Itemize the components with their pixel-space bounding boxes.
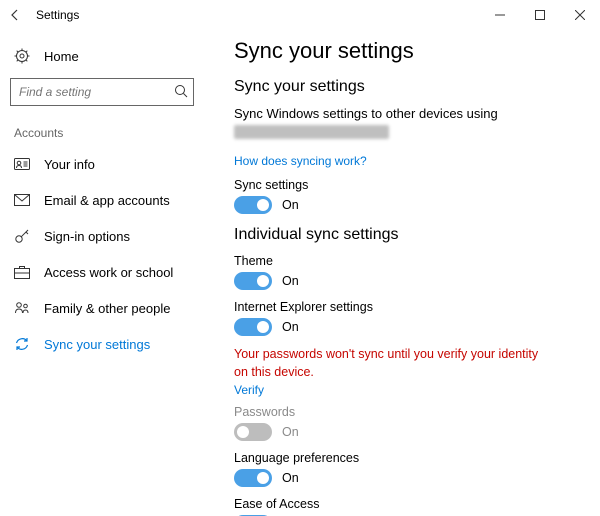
sync-settings-label: Sync settings [234,178,582,192]
toggle-state: On [282,274,299,288]
passwords-label: Passwords [234,405,582,419]
mail-icon [14,192,30,208]
theme-toggle[interactable] [234,272,272,290]
toggle-state: On [282,471,299,485]
sidebar-item-label: Your info [44,157,95,172]
sidebar-item-family[interactable]: Family & other people [0,290,204,326]
search-box[interactable] [10,78,194,106]
home-label: Home [44,49,79,64]
id-card-icon [14,156,30,172]
ease-label: Ease of Access [234,497,582,511]
theme-label: Theme [234,254,582,268]
sidebar-item-label: Sign-in options [44,229,130,244]
window-title: Settings [36,8,79,22]
close-button[interactable] [560,0,600,30]
sidebar-item-label: Email & app accounts [44,193,170,208]
page-title: Sync your settings [234,38,582,64]
people-icon [14,300,30,316]
titlebar: Settings [0,0,600,30]
sidebar: Home Accounts Your info Email & app acco… [0,30,204,516]
minimize-button[interactable] [480,0,520,30]
sync-settings-toggle[interactable] [234,196,272,214]
key-icon [14,228,30,244]
sidebar-item-label: Family & other people [44,301,170,316]
toggle-state: On [282,320,299,334]
sidebar-item-sync[interactable]: Sync your settings [0,326,204,362]
warning-text: Your passwords won't sync until you veri… [234,346,554,381]
back-button[interactable] [0,0,30,30]
home-button[interactable]: Home [0,38,204,74]
section-heading: Accounts [0,116,204,146]
sidebar-item-your-info[interactable]: Your info [0,146,204,182]
sync-icon [14,336,30,352]
sidebar-item-work[interactable]: Access work or school [0,254,204,290]
sidebar-item-signin[interactable]: Sign-in options [0,218,204,254]
search-input[interactable] [10,78,194,106]
redacted-account [234,125,389,139]
toggle-state: On [282,198,299,212]
verify-link[interactable]: Verify [234,383,582,397]
ie-label: Internet Explorer settings [234,300,582,314]
help-link[interactable]: How does syncing work? [234,154,582,168]
description-text: Sync Windows settings to other devices u… [234,106,582,121]
search-icon [174,84,188,98]
language-toggle[interactable] [234,469,272,487]
subheading: Sync your settings [234,78,582,96]
toggle-state: On [282,425,299,439]
sidebar-item-label: Sync your settings [44,337,150,352]
language-label: Language preferences [234,451,582,465]
gear-icon [14,48,30,64]
briefcase-icon [14,264,30,280]
sidebar-item-email[interactable]: Email & app accounts [0,182,204,218]
passwords-toggle [234,423,272,441]
individual-heading: Individual sync settings [234,226,582,244]
ie-toggle[interactable] [234,318,272,336]
content-area: Sync your settings Sync your settings Sy… [204,30,600,516]
sidebar-item-label: Access work or school [44,265,173,280]
maximize-button[interactable] [520,0,560,30]
